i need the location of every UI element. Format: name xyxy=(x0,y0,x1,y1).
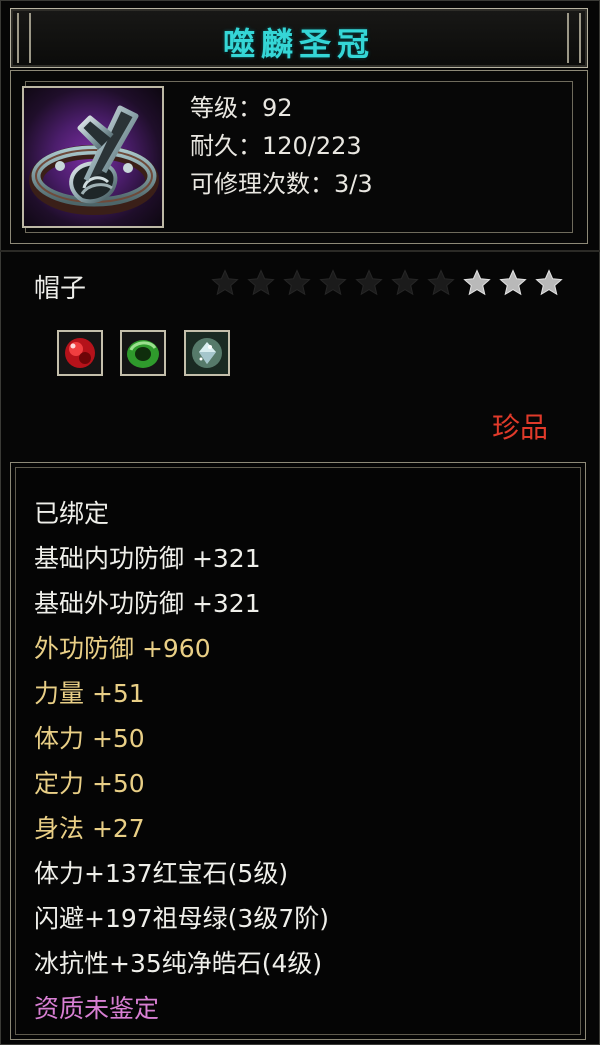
attribute-line: 已绑定 xyxy=(34,499,110,528)
star-empty-icon xyxy=(210,268,240,298)
item-name: 噬麟圣冠 xyxy=(222,25,375,63)
crown-icon[interactable] xyxy=(22,86,164,228)
attribute-line: 体力 +50 xyxy=(34,724,145,753)
item-durability: 耐久：120/223 xyxy=(190,132,362,160)
star-filled-icon xyxy=(498,268,528,298)
white-diamond-gem-icon[interactable] xyxy=(184,330,230,376)
star-empty-icon xyxy=(282,268,312,298)
green-emerald-ring-icon[interactable] xyxy=(120,330,166,376)
attribute-line: 资质未鉴定 xyxy=(34,994,160,1023)
star-empty-icon xyxy=(354,268,384,298)
attribute-line: 身法 +27 xyxy=(34,814,145,843)
attribute-line: 闪避+197祖母绿(3级7阶) xyxy=(34,904,329,933)
star-empty-icon xyxy=(318,268,348,298)
star-rating xyxy=(210,268,563,302)
attribute-line: 力量 +51 xyxy=(34,679,145,708)
divider xyxy=(0,250,600,252)
attribute-line: 定力 +50 xyxy=(34,769,145,798)
item-slot: 帽子 xyxy=(34,274,87,304)
star-empty-icon xyxy=(246,268,276,298)
attribute-line: 冰抗性+35纯净皓石(4级) xyxy=(34,949,323,978)
star-empty-icon xyxy=(390,268,420,298)
rarity-label: 珍品 xyxy=(492,411,549,444)
attribute-line: 体力+137红宝石(5级) xyxy=(34,859,289,888)
star-filled-icon xyxy=(462,268,492,298)
red-ruby-gem-icon[interactable] xyxy=(57,330,103,376)
attribute-line: 外功防御 +960 xyxy=(34,634,211,663)
item-repair-count: 可修理次数：3/3 xyxy=(190,170,373,198)
star-filled-icon xyxy=(534,268,564,298)
item-level: 等级：92 xyxy=(190,94,293,122)
title-bar: 噬麟圣冠 xyxy=(10,8,588,68)
star-empty-icon xyxy=(426,268,456,298)
attribute-line: 基础外功防御 +321 xyxy=(34,589,261,618)
attribute-line: 基础内功防御 +321 xyxy=(34,544,261,573)
